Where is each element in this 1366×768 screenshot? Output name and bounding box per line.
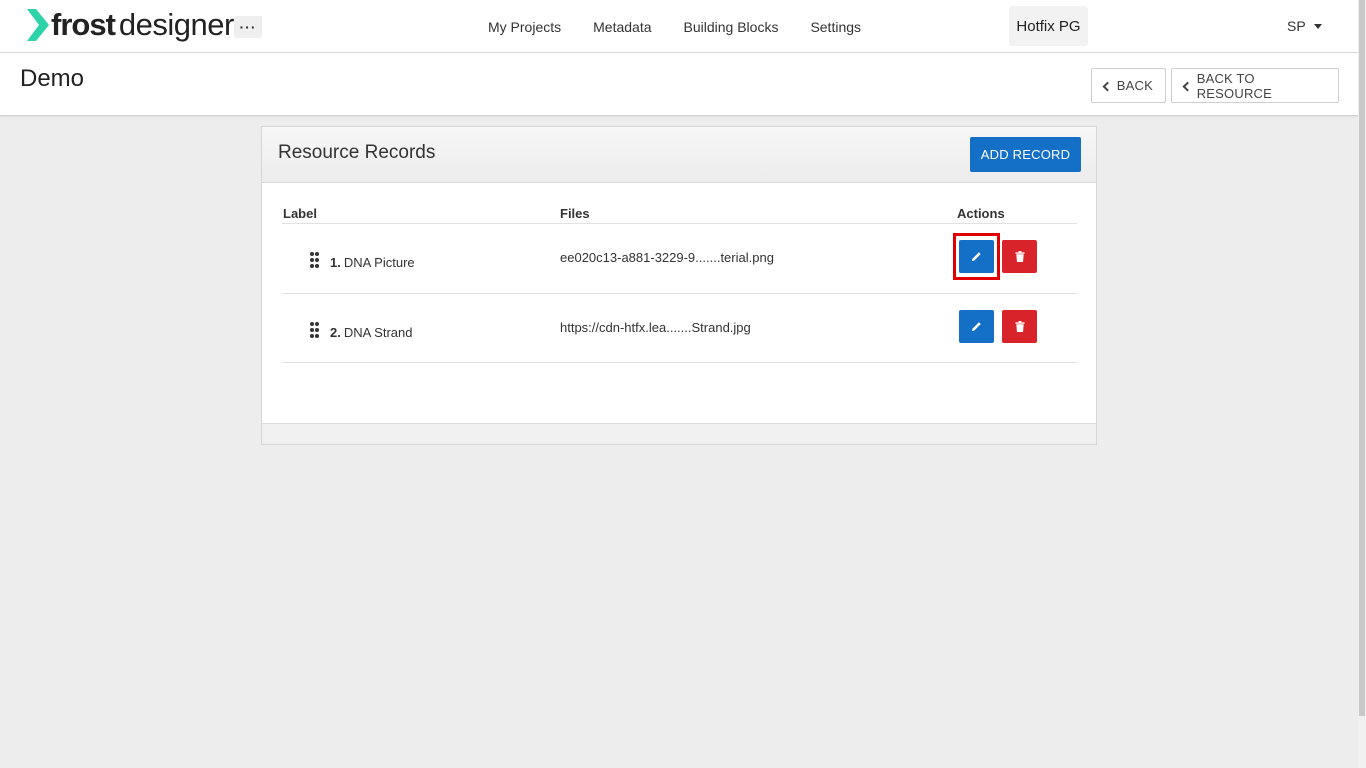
add-record-button[interactable]: ADD RECORD [970, 137, 1081, 172]
logo-text-primary: frost [51, 7, 116, 42]
back-button-label: BACK [1116, 78, 1153, 93]
nav-settings[interactable]: Settings [810, 19, 861, 35]
chevron-left-icon [1102, 81, 1113, 91]
column-header-files: Files [560, 206, 590, 221]
back-to-resource-label: BACK TO RESOURCE [1196, 70, 1272, 101]
drag-handle-icon[interactable] [310, 252, 319, 268]
record-file: https://cdn-htfx.lea.......Strand.jpg [560, 320, 751, 335]
user-menu[interactable]: SP [1287, 18, 1322, 34]
drag-handle-icon[interactable] [310, 322, 319, 338]
logo-text-secondary: designer [118, 7, 234, 42]
resource-records-panel: Resource Records ADD RECORD Label Files … [261, 126, 1097, 445]
back-button[interactable]: BACK [1091, 68, 1166, 103]
user-initials: SP [1287, 18, 1306, 34]
panel-footer [262, 423, 1096, 444]
edit-record-button[interactable] [959, 310, 994, 343]
delete-record-button[interactable] [1002, 240, 1037, 273]
trash-icon [1014, 321, 1025, 332]
caret-down-icon [1313, 23, 1322, 29]
pencil-icon [971, 252, 981, 262]
delete-record-button[interactable] [1002, 310, 1037, 343]
page-header: Demo BACK BACK TO RESOURCE [0, 53, 1358, 116]
main-nav: My Projects Metadata Building Blocks Set… [488, 0, 893, 53]
back-to-resource-button[interactable]: BACK TO RESOURCE [1171, 68, 1339, 103]
edit-record-button[interactable] [959, 240, 994, 273]
pencil-icon [971, 322, 981, 332]
record-file: ee020c13-a881-3229-9.......terial.png [560, 250, 774, 265]
table-row: 2. DNA Strand https://cdn-htfx.lea.......… [282, 294, 1077, 363]
record-index: 2. [330, 325, 341, 340]
chevron-left-icon [1182, 81, 1193, 91]
column-header-actions: Actions [957, 206, 1005, 221]
ellipsis-icon: ··· [239, 19, 257, 35]
nav-metadata[interactable]: Metadata [593, 19, 651, 35]
project-selector[interactable]: Hotfix PG [1009, 6, 1088, 46]
record-name: DNA Picture [343, 255, 415, 270]
logo-chevron-icon [27, 9, 49, 41]
record-index: 1. [330, 255, 341, 270]
page-title: Demo [20, 65, 85, 92]
nav-building-blocks[interactable]: Building Blocks [684, 19, 779, 35]
top-navbar: frost designer ··· My Projects Metadata … [0, 0, 1358, 53]
record-label: 2. DNA Strand [330, 325, 413, 340]
more-options-button[interactable]: ··· [234, 16, 262, 38]
record-label: 1. DNA Picture [330, 255, 415, 270]
page-scrollbar[interactable] [1358, 0, 1366, 768]
panel-header: Resource Records ADD RECORD [262, 127, 1096, 183]
divider [282, 362, 1077, 363]
column-header-label: Label [283, 206, 317, 221]
table-row: 1. DNA Picture ee020c13-a881-3229-9......… [282, 224, 1077, 293]
record-name: DNA Strand [343, 325, 413, 340]
frost-designer-logo[interactable]: frost designer [27, 8, 234, 42]
trash-icon [1014, 251, 1025, 262]
scrollbar-thumb[interactable] [1359, 0, 1365, 716]
nav-my-projects[interactable]: My Projects [488, 19, 561, 35]
panel-title: Resource Records [278, 142, 436, 163]
